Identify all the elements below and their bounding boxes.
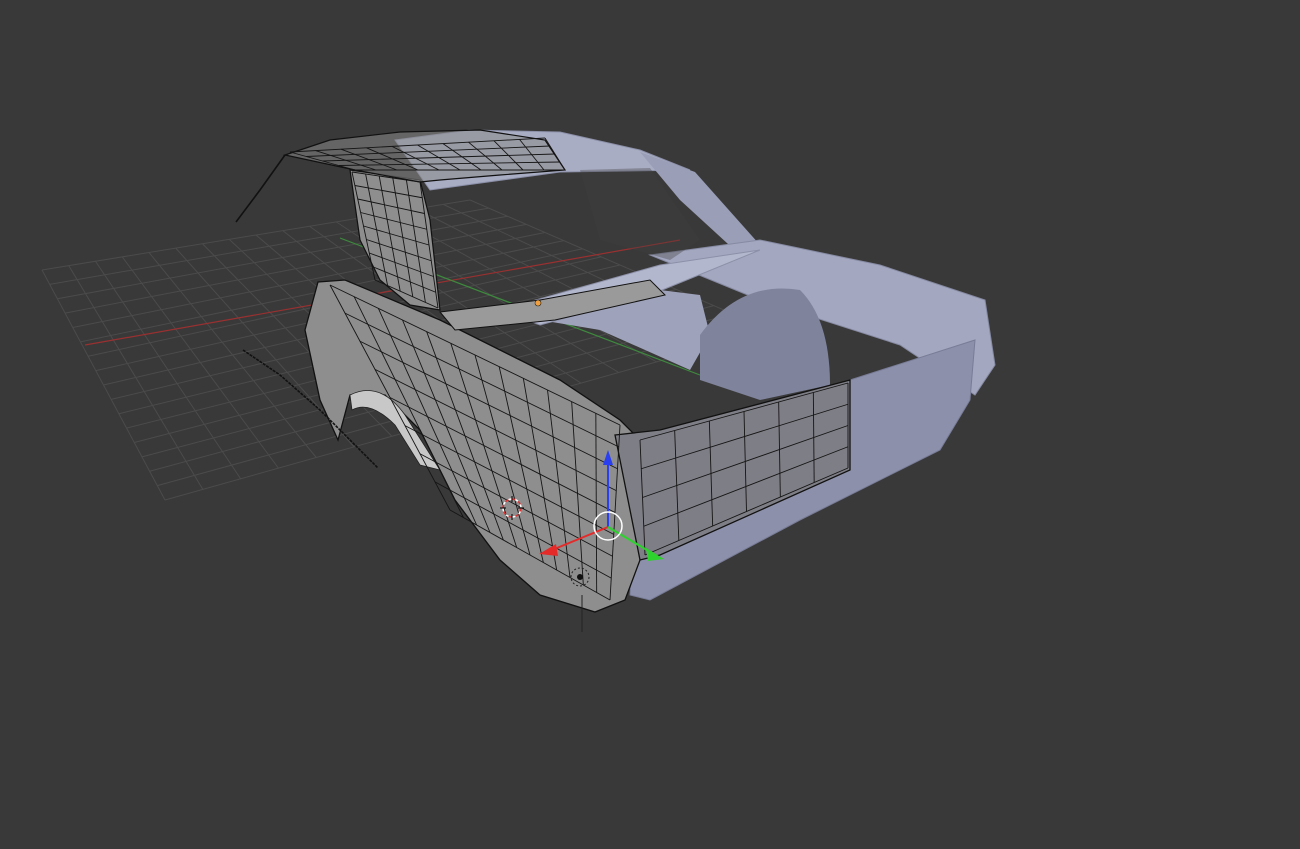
3d-viewport[interactable] [0, 0, 1300, 849]
object-origin[interactable] [534, 299, 542, 307]
stray-edge-roof [235, 154, 286, 223]
